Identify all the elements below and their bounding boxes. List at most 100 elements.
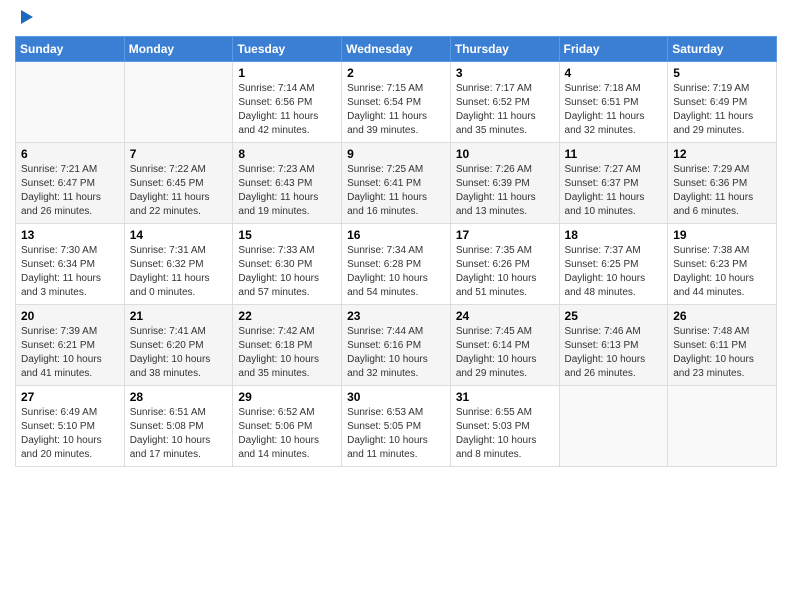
daylight-text: Daylight: 11 hours and 22 minutes. (130, 192, 210, 217)
sunset-text: Sunset: 6:11 PM (673, 340, 746, 351)
calendar-week-2: 6 Sunrise: 7:21 AM Sunset: 6:47 PM Dayli… (16, 143, 777, 224)
calendar-cell: 8 Sunrise: 7:23 AM Sunset: 6:43 PM Dayli… (233, 143, 342, 224)
calendar-header-wednesday: Wednesday (342, 37, 451, 62)
day-info: Sunrise: 6:52 AM Sunset: 5:06 PM Dayligh… (238, 406, 336, 462)
day-info: Sunrise: 7:27 AM Sunset: 6:37 PM Dayligh… (565, 163, 663, 219)
sunrise-text: Sunrise: 7:48 AM (673, 326, 749, 337)
day-info: Sunrise: 7:38 AM Sunset: 6:23 PM Dayligh… (673, 244, 771, 300)
day-number: 15 (238, 228, 336, 242)
calendar-week-4: 20 Sunrise: 7:39 AM Sunset: 6:21 PM Dayl… (16, 305, 777, 386)
calendar-header-row: SundayMondayTuesdayWednesdayThursdayFrid… (16, 37, 777, 62)
sunrise-text: Sunrise: 7:38 AM (673, 245, 749, 256)
daylight-text: Daylight: 10 hours and 38 minutes. (130, 354, 211, 379)
day-info: Sunrise: 7:30 AM Sunset: 6:34 PM Dayligh… (21, 244, 119, 300)
day-number: 1 (238, 66, 336, 80)
sunrise-text: Sunrise: 6:51 AM (130, 407, 206, 418)
calendar-cell (124, 62, 233, 143)
daylight-text: Daylight: 10 hours and 26 minutes. (565, 354, 646, 379)
calendar-cell: 24 Sunrise: 7:45 AM Sunset: 6:14 PM Dayl… (450, 305, 559, 386)
day-info: Sunrise: 7:22 AM Sunset: 6:45 PM Dayligh… (130, 163, 228, 219)
sunset-text: Sunset: 6:43 PM (238, 178, 312, 189)
daylight-text: Daylight: 10 hours and 17 minutes. (130, 435, 211, 460)
day-info: Sunrise: 7:29 AM Sunset: 6:36 PM Dayligh… (673, 163, 771, 219)
day-number: 8 (238, 147, 336, 161)
day-number: 25 (565, 309, 663, 323)
sunset-text: Sunset: 6:51 PM (565, 97, 639, 108)
sunrise-text: Sunrise: 7:14 AM (238, 83, 314, 94)
daylight-text: Daylight: 10 hours and 54 minutes. (347, 273, 428, 298)
day-info: Sunrise: 7:19 AM Sunset: 6:49 PM Dayligh… (673, 82, 771, 138)
day-info: Sunrise: 7:39 AM Sunset: 6:21 PM Dayligh… (21, 325, 119, 381)
sunset-text: Sunset: 6:26 PM (456, 259, 530, 270)
calendar-cell: 31 Sunrise: 6:55 AM Sunset: 5:03 PM Dayl… (450, 386, 559, 467)
sunset-text: Sunset: 6:16 PM (347, 340, 421, 351)
daylight-text: Daylight: 10 hours and 8 minutes. (456, 435, 537, 460)
day-number: 9 (347, 147, 445, 161)
day-number: 10 (456, 147, 554, 161)
calendar-cell: 17 Sunrise: 7:35 AM Sunset: 6:26 PM Dayl… (450, 224, 559, 305)
sunrise-text: Sunrise: 7:19 AM (673, 83, 749, 94)
day-info: Sunrise: 7:44 AM Sunset: 6:16 PM Dayligh… (347, 325, 445, 381)
day-info: Sunrise: 7:45 AM Sunset: 6:14 PM Dayligh… (456, 325, 554, 381)
sunrise-text: Sunrise: 7:46 AM (565, 326, 641, 337)
day-info: Sunrise: 7:48 AM Sunset: 6:11 PM Dayligh… (673, 325, 771, 381)
day-info: Sunrise: 6:51 AM Sunset: 5:08 PM Dayligh… (130, 406, 228, 462)
day-info: Sunrise: 7:37 AM Sunset: 6:25 PM Dayligh… (565, 244, 663, 300)
sunset-text: Sunset: 6:45 PM (130, 178, 204, 189)
day-info: Sunrise: 7:34 AM Sunset: 6:28 PM Dayligh… (347, 244, 445, 300)
day-number: 4 (565, 66, 663, 80)
daylight-text: Daylight: 11 hours and 26 minutes. (21, 192, 101, 217)
calendar-cell: 27 Sunrise: 6:49 AM Sunset: 5:10 PM Dayl… (16, 386, 125, 467)
daylight-text: Daylight: 11 hours and 35 minutes. (456, 111, 536, 136)
sunrise-text: Sunrise: 7:41 AM (130, 326, 206, 337)
day-info: Sunrise: 7:33 AM Sunset: 6:30 PM Dayligh… (238, 244, 336, 300)
daylight-text: Daylight: 11 hours and 29 minutes. (673, 111, 753, 136)
sunset-text: Sunset: 5:05 PM (347, 421, 421, 432)
daylight-text: Daylight: 11 hours and 13 minutes. (456, 192, 536, 217)
calendar-cell: 25 Sunrise: 7:46 AM Sunset: 6:13 PM Dayl… (559, 305, 668, 386)
day-info: Sunrise: 7:21 AM Sunset: 6:47 PM Dayligh… (21, 163, 119, 219)
sunset-text: Sunset: 6:20 PM (130, 340, 204, 351)
daylight-text: Daylight: 10 hours and 51 minutes. (456, 273, 537, 298)
calendar-cell: 7 Sunrise: 7:22 AM Sunset: 6:45 PM Dayli… (124, 143, 233, 224)
sunset-text: Sunset: 5:03 PM (456, 421, 530, 432)
day-info: Sunrise: 6:53 AM Sunset: 5:05 PM Dayligh… (347, 406, 445, 462)
calendar-header-monday: Monday (124, 37, 233, 62)
sunrise-text: Sunrise: 7:17 AM (456, 83, 532, 94)
logo (15, 10, 35, 26)
day-number: 17 (456, 228, 554, 242)
day-number: 22 (238, 309, 336, 323)
calendar-cell: 6 Sunrise: 7:21 AM Sunset: 6:47 PM Dayli… (16, 143, 125, 224)
sunset-text: Sunset: 6:56 PM (238, 97, 312, 108)
day-number: 18 (565, 228, 663, 242)
sunrise-text: Sunrise: 7:34 AM (347, 245, 423, 256)
calendar-cell: 2 Sunrise: 7:15 AM Sunset: 6:54 PM Dayli… (342, 62, 451, 143)
day-number: 12 (673, 147, 771, 161)
sunrise-text: Sunrise: 7:35 AM (456, 245, 532, 256)
sunset-text: Sunset: 6:23 PM (673, 259, 747, 270)
sunrise-text: Sunrise: 6:55 AM (456, 407, 532, 418)
calendar-cell (559, 386, 668, 467)
day-info: Sunrise: 6:55 AM Sunset: 5:03 PM Dayligh… (456, 406, 554, 462)
calendar-cell: 5 Sunrise: 7:19 AM Sunset: 6:49 PM Dayli… (668, 62, 777, 143)
day-info: Sunrise: 7:35 AM Sunset: 6:26 PM Dayligh… (456, 244, 554, 300)
calendar-header-saturday: Saturday (668, 37, 777, 62)
day-number: 5 (673, 66, 771, 80)
sunset-text: Sunset: 6:41 PM (347, 178, 421, 189)
sunrise-text: Sunrise: 6:53 AM (347, 407, 423, 418)
day-number: 7 (130, 147, 228, 161)
daylight-text: Daylight: 10 hours and 29 minutes. (456, 354, 537, 379)
day-number: 23 (347, 309, 445, 323)
calendar-cell: 22 Sunrise: 7:42 AM Sunset: 6:18 PM Dayl… (233, 305, 342, 386)
day-info: Sunrise: 7:25 AM Sunset: 6:41 PM Dayligh… (347, 163, 445, 219)
daylight-text: Daylight: 10 hours and 20 minutes. (21, 435, 102, 460)
calendar-cell: 29 Sunrise: 6:52 AM Sunset: 5:06 PM Dayl… (233, 386, 342, 467)
sunset-text: Sunset: 6:36 PM (673, 178, 747, 189)
day-number: 27 (21, 390, 119, 404)
daylight-text: Daylight: 11 hours and 39 minutes. (347, 111, 427, 136)
day-number: 3 (456, 66, 554, 80)
calendar-week-3: 13 Sunrise: 7:30 AM Sunset: 6:34 PM Dayl… (16, 224, 777, 305)
daylight-text: Daylight: 11 hours and 16 minutes. (347, 192, 427, 217)
daylight-text: Daylight: 10 hours and 48 minutes. (565, 273, 646, 298)
day-number: 31 (456, 390, 554, 404)
